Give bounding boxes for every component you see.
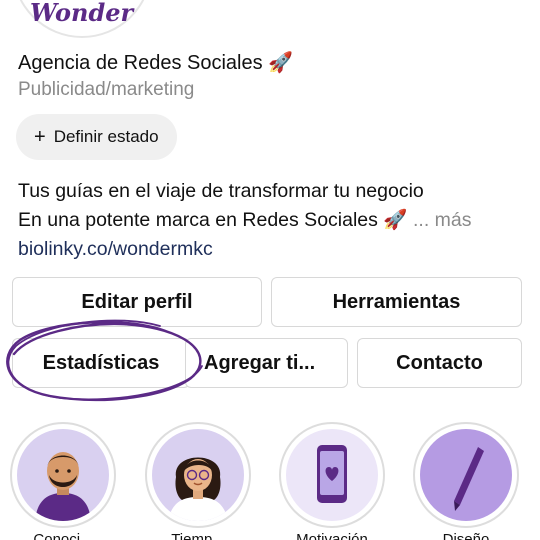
woman-avatar-icon bbox=[168, 457, 228, 521]
highlight-4[interactable] bbox=[413, 422, 519, 528]
bio-line-1: Tus guías en el viaje de transformar tu … bbox=[18, 180, 424, 202]
highlight-2-cover bbox=[152, 429, 244, 521]
add-button[interactable]: Agregar ti... bbox=[185, 338, 348, 388]
profile-category: Publicidad/marketing bbox=[18, 79, 195, 100]
profile-bio: Tus guías en el viaje de transformar tu … bbox=[18, 177, 472, 264]
highlight-4-label: Diseño bbox=[442, 531, 490, 540]
plus-icon: + bbox=[34, 126, 46, 148]
profile-name: Agencia de Redes Sociales 🚀 bbox=[18, 52, 294, 74]
define-status-button[interactable]: + Definir estado bbox=[16, 114, 177, 160]
profile-link[interactable]: biolinky.co/wondermkc bbox=[18, 235, 472, 264]
edit-profile-button[interactable]: Editar perfil bbox=[12, 277, 262, 327]
highlight-1-label: Conoci... bbox=[33, 531, 93, 540]
highlight-3-cover bbox=[286, 429, 378, 521]
pencil-icon bbox=[454, 447, 484, 511]
highlight-2[interactable] bbox=[145, 422, 251, 528]
define-status-label: Definir estado bbox=[53, 127, 159, 146]
highlight-1-cover bbox=[17, 429, 109, 521]
tools-button[interactable]: Herramientas bbox=[271, 277, 522, 327]
bio-more-link[interactable]: ... más bbox=[413, 209, 472, 231]
stats-button[interactable]: Estadísticas bbox=[12, 338, 190, 388]
phone-heart-icon bbox=[317, 445, 347, 503]
highlight-2-label: Tiemp... bbox=[171, 531, 225, 540]
highlight-3[interactable] bbox=[279, 422, 385, 528]
highlight-3-label: Motivación bbox=[296, 531, 368, 540]
highlight-1[interactable] bbox=[10, 422, 116, 528]
highlight-4-cover bbox=[420, 429, 512, 521]
man-avatar-icon bbox=[35, 452, 91, 521]
bio-line-2: En una potente marca en Redes Sociales 🚀… bbox=[18, 206, 472, 235]
bio-line-2-text: En una potente marca en Redes Sociales 🚀 bbox=[18, 209, 408, 231]
logo-wordmark: Wonder bbox=[30, 0, 134, 27]
contact-button[interactable]: Contacto bbox=[357, 338, 522, 388]
profile-logo[interactable]: Wonder bbox=[0, 0, 160, 38]
